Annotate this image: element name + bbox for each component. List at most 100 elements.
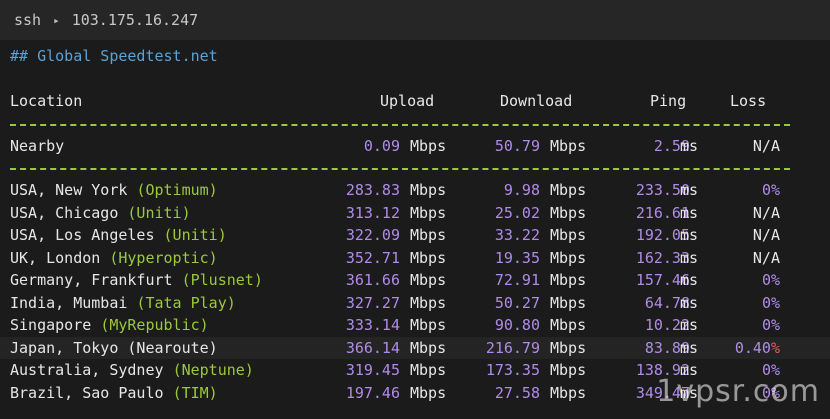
provider-name: (Hyperoptic) — [109, 248, 218, 267]
terminal-output[interactable]: ## Global Speedtest.net Location Upload … — [0, 40, 830, 419]
download-unit: Mbps — [550, 271, 587, 289]
upload-value: 322.09 — [345, 226, 400, 244]
download-unit: Mbps — [550, 338, 587, 357]
ping-unit: ms — [680, 316, 699, 334]
download-value: 216.79 — [485, 338, 540, 357]
upload-value: 366.14 — [345, 338, 400, 357]
provider-name: (Optimum) — [136, 181, 218, 199]
loss-value: N/A — [753, 202, 780, 224]
ping-unit: ms — [680, 293, 699, 312]
upload-value: 327.27 — [345, 293, 400, 312]
place-name: Australia, Sydney — [10, 361, 173, 379]
download-unit: Mbps — [550, 293, 587, 312]
watermark: 1vpsr.com — [656, 374, 820, 409]
upload-unit: Mbps — [410, 271, 447, 289]
divider — [10, 168, 790, 170]
upload-unit: Mbps — [410, 293, 447, 312]
download-unit: Mbps — [550, 226, 587, 244]
location-cell: India, Mumbai (Tata Play) — [10, 292, 236, 314]
ping-unit: ms — [680, 271, 699, 289]
provider-name: (Tata Play) — [136, 293, 236, 312]
location-cell: Japan, Tokyo (Nearoute) — [10, 337, 218, 359]
location-cell: Australia, Sydney (Neptune) — [10, 359, 254, 381]
loss-number: 0% — [761, 293, 780, 312]
location-cell: Germany, Frankfurt (Plusnet) — [10, 269, 263, 291]
location-cell: Nearby — [10, 137, 65, 155]
section-heading: ## Global Speedtest.net — [10, 47, 218, 65]
loss-value: 0.40% — [735, 337, 780, 359]
download-unit: Mbps — [550, 137, 587, 155]
session-label: ssh — [14, 11, 42, 29]
upload-unit: Mbps — [410, 181, 447, 199]
download-value: 72.91 — [494, 271, 540, 289]
download-value: 25.02 — [494, 203, 540, 222]
terminal-titlebar: ssh ▸ 103.175.16.247 — [0, 0, 830, 40]
download-value: 50.27 — [494, 293, 540, 312]
place-name: USA, Los Angeles — [10, 226, 164, 244]
place-name: USA, Chicago — [10, 203, 128, 222]
ping-unit: ms — [680, 338, 699, 357]
place-name: Japan, Tokyo (Nearoute) — [10, 338, 218, 357]
loss-number: N/A — [752, 203, 780, 222]
upload-unit: Mbps — [410, 203, 447, 222]
upload-unit: Mbps — [410, 361, 447, 379]
provider-name: (Uniti) — [127, 203, 191, 222]
loss-value: 0% — [762, 179, 780, 201]
nearby-row: Nearby 0.09 Mbps 50.79 Mbps 2.59 ms N/A — [0, 135, 830, 157]
download-unit: Mbps — [550, 203, 587, 222]
place-name: Germany, Frankfurt — [10, 271, 182, 289]
upload-unit: Mbps — [410, 316, 447, 334]
place-name: Brazil, Sao Paulo — [10, 383, 173, 402]
place-name: USA, New York — [10, 181, 137, 199]
col-upload: Upload — [380, 92, 435, 110]
table-row: USA, Chicago (Uniti) 313.12 Mbps 25.02 Mbps 2… — [0, 202, 830, 224]
download-unit: Mbps — [550, 316, 587, 334]
upload-value: 197.46 — [345, 383, 400, 402]
ping-unit: ms — [680, 248, 699, 267]
upload-value: 313.12 — [345, 203, 400, 222]
upload-unit: Mbps — [410, 383, 447, 402]
loss-number: N/A — [752, 226, 780, 244]
host-address: 103.175.16.247 — [71, 11, 199, 29]
chevron-right-icon: ▸ — [53, 13, 60, 27]
loss-number: 0% — [761, 316, 780, 334]
download-value: 27.58 — [494, 383, 540, 402]
upload-value: 0.09 — [363, 137, 400, 155]
place-name: Singapore — [10, 316, 101, 334]
download-value: 19.35 — [494, 248, 540, 267]
loss-number: N/A — [752, 248, 780, 267]
location-cell: Brazil, Sao Paulo (TIM) — [10, 382, 218, 404]
provider-name: (MyRepublic) — [100, 316, 209, 334]
upload-value: 333.14 — [345, 316, 400, 334]
provider-name: (Uniti) — [163, 226, 227, 244]
loss-value: 0% — [762, 292, 780, 314]
loss-number: 0% — [761, 271, 780, 289]
place-name: UK, London — [10, 248, 110, 267]
table-row: India, Mumbai (Tata Play) 327.27 Mbps 50.27… — [0, 292, 830, 314]
ping-unit: ms — [680, 203, 699, 222]
loss-value: N/A — [753, 247, 780, 269]
loss-number: 0.40 — [734, 338, 771, 357]
download-value: 90.80 — [494, 316, 540, 334]
upload-unit: Mbps — [410, 137, 447, 155]
table-row: USA, Los Angeles (Uniti) 322.09 Mbps 33.22 M… — [0, 224, 830, 246]
upload-value: 283.83 — [345, 181, 400, 199]
table-row: UK, London (Hyperoptic) 352.71 Mbps 19.35 Mb… — [0, 247, 830, 269]
download-value: 9.98 — [503, 181, 540, 199]
upload-unit: Mbps — [410, 248, 447, 267]
download-unit: Mbps — [550, 181, 587, 199]
location-cell: USA, New York (Optimum) — [10, 179, 218, 201]
location-cell: USA, Los Angeles (Uniti) — [10, 224, 227, 246]
upload-value: 319.45 — [345, 361, 400, 379]
provider-name: (Plusnet) — [181, 271, 263, 289]
location-cell: Singapore (MyRepublic) — [10, 314, 209, 336]
col-download: Download — [500, 92, 573, 110]
table-row: Japan, Tokyo (Nearoute) 366.14 Mbps 216.79 M… — [0, 336, 830, 359]
table-row: Germany, Frankfurt (Plusnet) 361.66 Mbps 72… — [0, 269, 830, 291]
upload-unit: Mbps — [410, 338, 447, 357]
upload-value: 361.66 — [345, 271, 400, 289]
upload-unit: Mbps — [410, 226, 447, 244]
ping-unit: ms — [680, 137, 699, 155]
location-cell: USA, Chicago (Uniti) — [10, 202, 191, 224]
divider — [10, 124, 790, 126]
